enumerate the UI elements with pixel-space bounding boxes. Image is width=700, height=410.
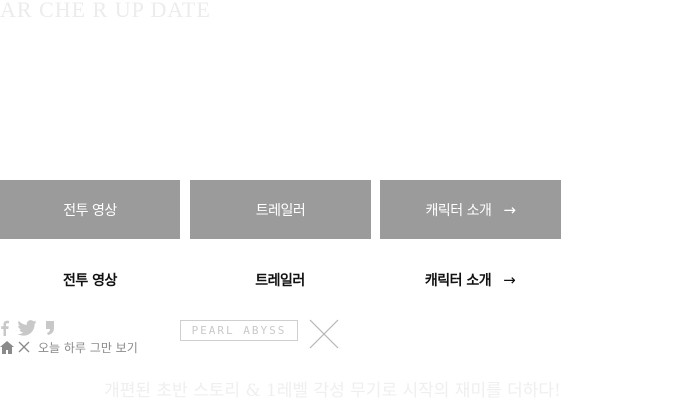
- link-row: 전투 영상 트레일러 캐릭터 소개 →: [0, 268, 562, 292]
- twitter-icon[interactable]: [17, 320, 37, 336]
- tab-character-intro[interactable]: 캐릭터 소개 →: [380, 180, 561, 239]
- quote-icon[interactable]: [45, 320, 55, 336]
- social-links: [0, 318, 63, 338]
- link-character-intro[interactable]: 캐릭터 소개 →: [380, 268, 560, 292]
- arrow-right-icon: →: [503, 271, 516, 289]
- facebook-icon[interactable]: [0, 320, 9, 336]
- close-icon[interactable]: [309, 319, 339, 349]
- tab-label: 트레일러: [255, 202, 306, 219]
- tab-combat-video[interactable]: 전투 영상: [0, 180, 180, 239]
- tab-buttons: 전투 영상 트레일러 캐릭터 소개 →: [0, 180, 562, 239]
- dismiss-x-icon[interactable]: [18, 341, 30, 353]
- tab-label: 전투 영상: [63, 202, 117, 219]
- pearl-abyss-logo: PEARL ABYSS: [180, 320, 298, 341]
- link-label: 캐릭터 소개: [424, 273, 492, 289]
- link-combat-video[interactable]: 전투 영상: [0, 268, 180, 292]
- link-label: 전투 영상: [63, 273, 117, 289]
- link-trailer[interactable]: 트레일러: [190, 268, 370, 292]
- dismiss-today-link[interactable]: 오늘 하루 그만 보기: [38, 339, 138, 356]
- link-label: 트레일러: [255, 273, 305, 289]
- home-icon[interactable]: [0, 340, 14, 354]
- page-title: AR CHE R UP DATE: [0, 0, 211, 22]
- arrow-right-icon: →: [503, 200, 516, 219]
- tab-label: 캐릭터 소개: [425, 202, 492, 219]
- tagline: 개편된 초반 스토리 & 1레벨 각성 무기로 시작의 재미를 더하다!: [104, 381, 561, 401]
- tab-trailer[interactable]: 트레일러: [190, 180, 371, 239]
- popup-footer: 오늘 하루 그만 보기: [0, 339, 138, 355]
